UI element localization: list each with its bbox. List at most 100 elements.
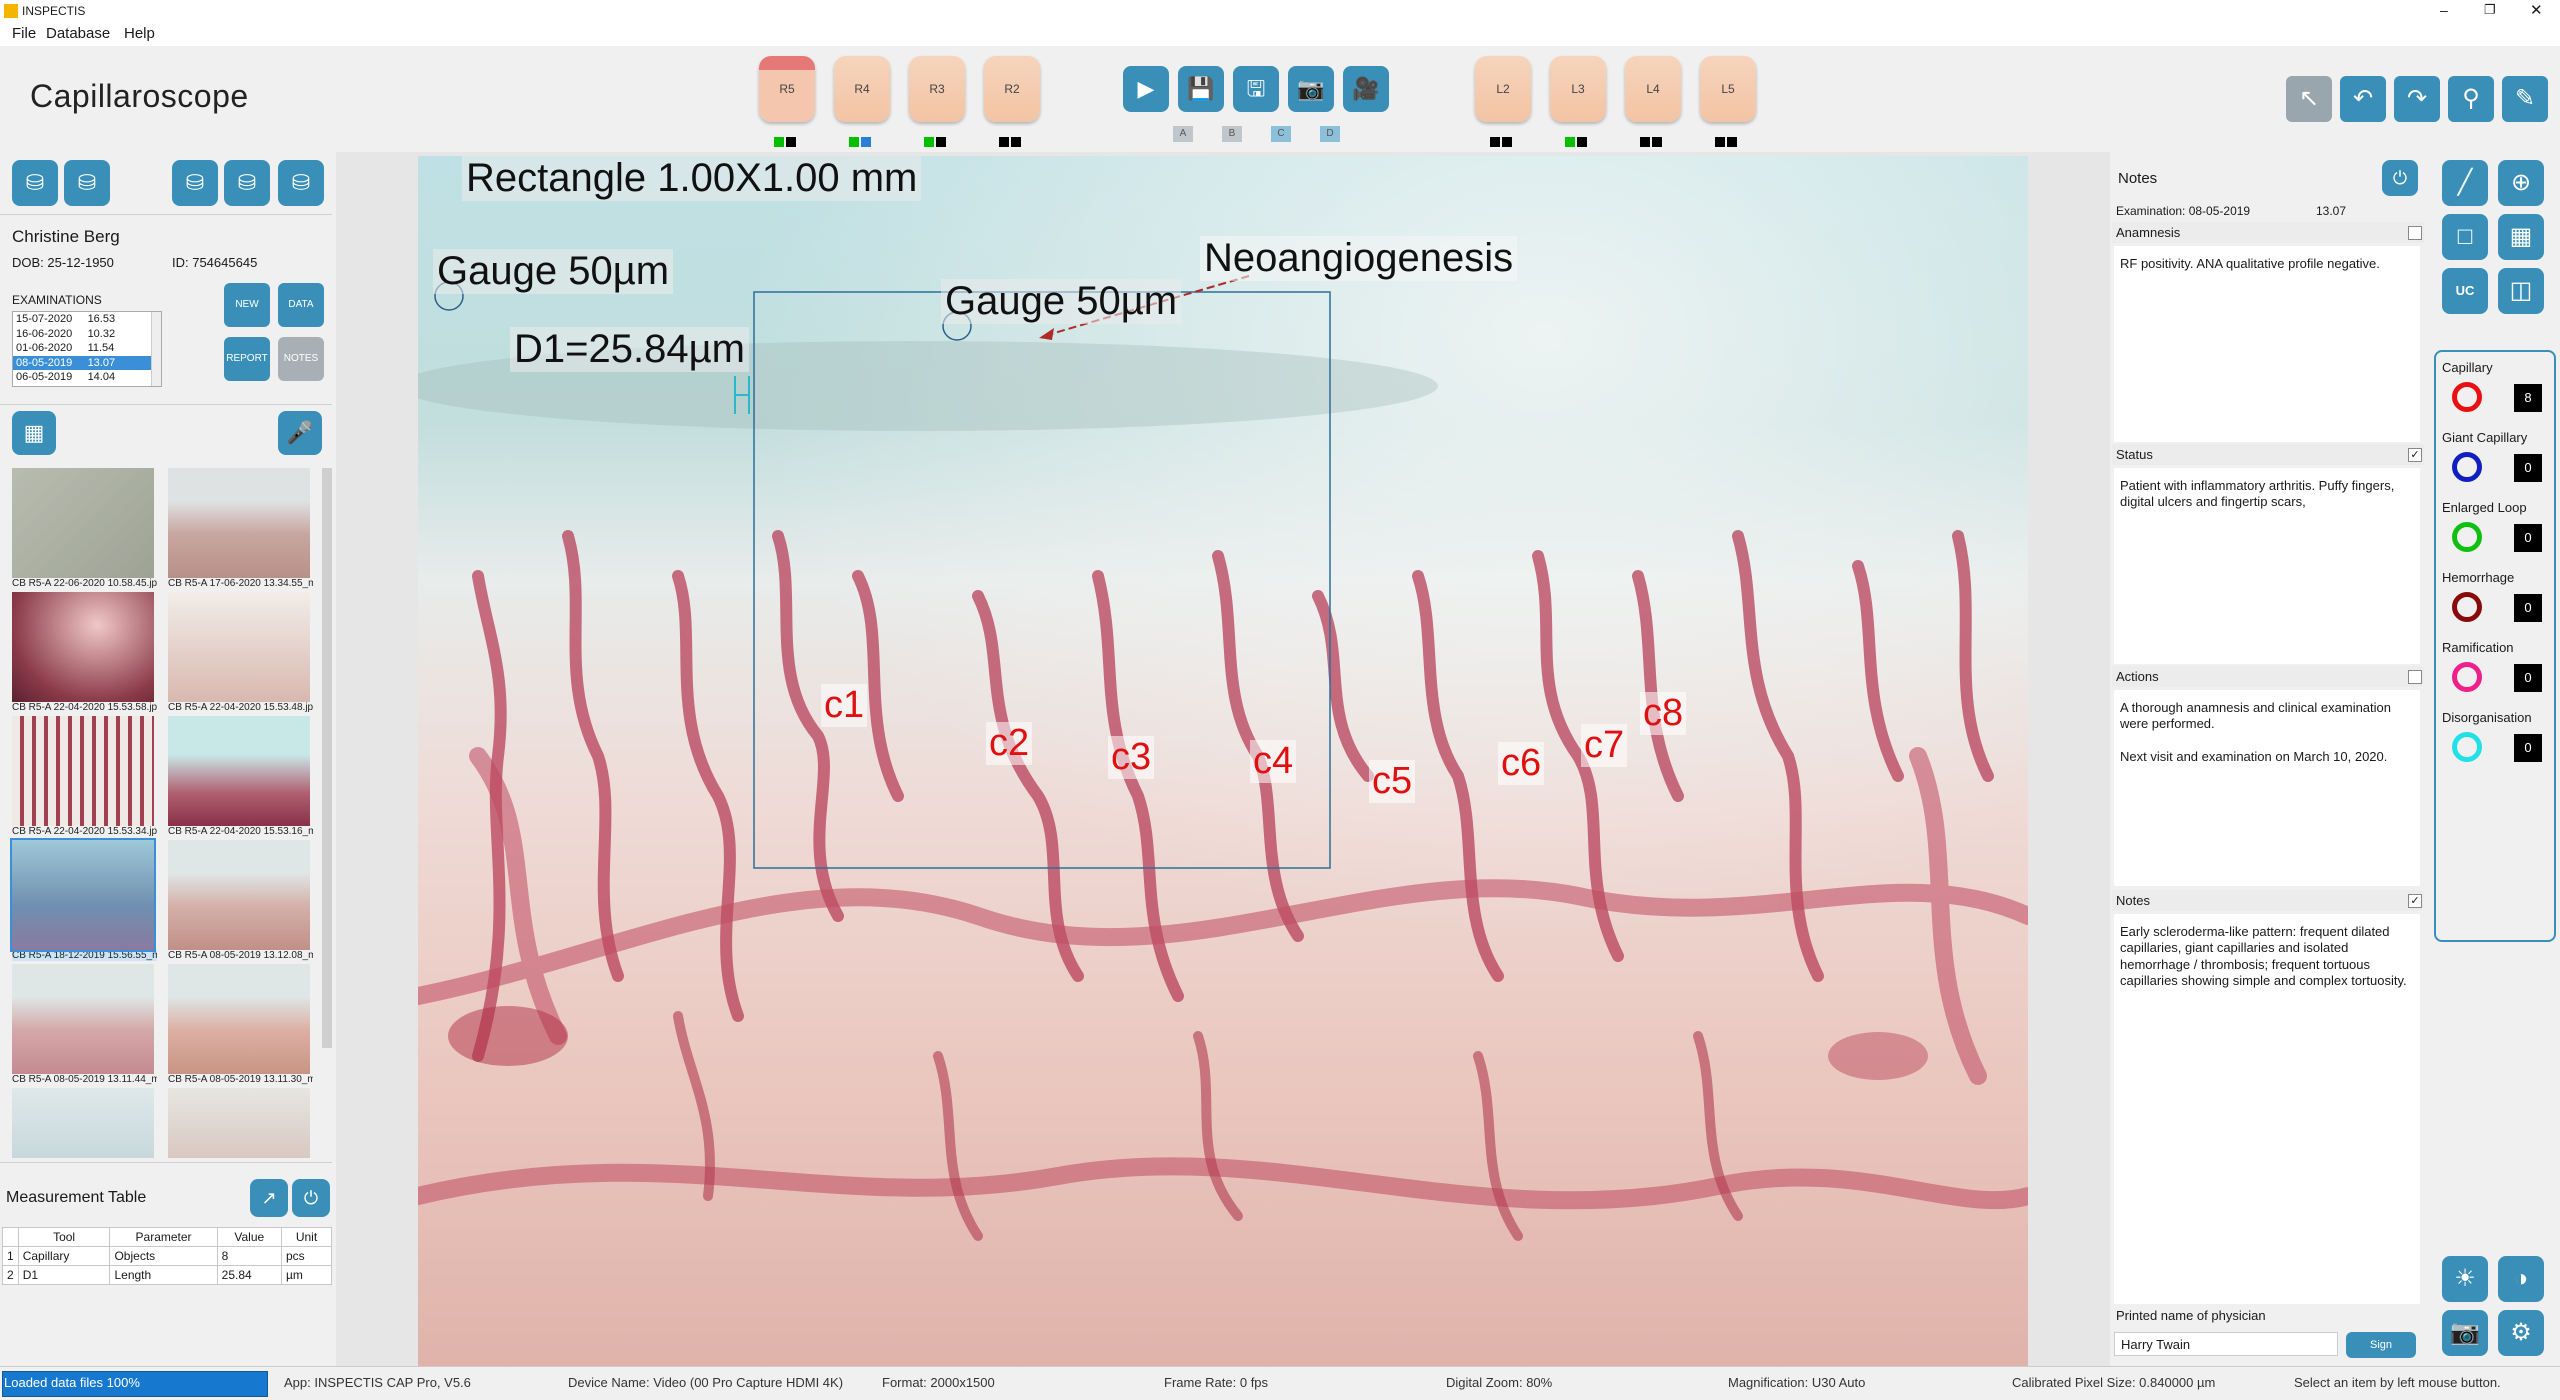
capillary-label[interactable]: c4 <box>1250 740 1297 783</box>
neoangiogenesis-label[interactable]: Neoangiogenesis <box>1200 236 1518 281</box>
thumbnail-item-selected[interactable]: CB R5-A 18-12-2019 15.56.55_me... <box>10 838 157 961</box>
menu-file[interactable]: File <box>12 25 36 42</box>
table-row[interactable]: 2 D1 Length 25.84 µm <box>2 1265 333 1285</box>
thumbnail-item[interactable]: CB R5-A 22-04-2020 15.53.16_me... <box>168 716 313 837</box>
thumbnail-item[interactable]: CB R5-A 08-05-2019 13.11.30_me... <box>168 964 313 1085</box>
select-pointer-button[interactable]: ↖ <box>2286 76 2332 122</box>
power-button[interactable]: ⏻ <box>292 1179 330 1217</box>
grid-tool-button[interactable]: ▦ <box>2498 214 2544 260</box>
menu-database[interactable]: Database <box>46 25 110 42</box>
thumbnail-item[interactable]: CB R5-A 08-05-2019 13.11.44_me... <box>12 964 157 1085</box>
add-patient-button[interactable]: ⛁ <box>12 160 58 206</box>
grid-view-button[interactable]: ▦ <box>12 411 56 455</box>
thumbnail-item[interactable] <box>168 1088 310 1158</box>
sign-button[interactable]: Sign <box>2346 1332 2416 1358</box>
redo-button[interactable]: ↷ <box>2394 76 2440 122</box>
anamnesis-textarea[interactable]: RF positivity. ANA qualitative profile n… <box>2114 246 2420 442</box>
database-button[interactable]: ⛁ <box>64 160 110 206</box>
database-settings-button[interactable]: ⛁ <box>224 160 270 206</box>
measure-tool-button[interactable]: □ <box>2442 214 2488 260</box>
slot-a[interactable]: A <box>1173 126 1193 142</box>
list-item-selected[interactable]: 08-05-2019 13.07 <box>13 355 161 370</box>
capillary-label[interactable]: c3 <box>1108 736 1155 779</box>
anamnesis-checkbox[interactable] <box>2408 226 2422 240</box>
compare-tool-button[interactable]: ◫ <box>2498 268 2544 314</box>
thumbnail-item[interactable] <box>12 1088 154 1158</box>
eraser-button[interactable]: ✎ <box>2502 76 2548 122</box>
video-button[interactable]: 🎥 <box>1343 66 1389 112</box>
actions-textarea[interactable]: A thorough anamnesis and clinical examin… <box>2114 690 2420 886</box>
status-textarea[interactable]: Patient with inflammatory arthritis. Puf… <box>2114 468 2420 664</box>
camera-settings-button[interactable]: 📷 <box>2442 1310 2488 1356</box>
actions-checkbox[interactable] <box>2408 670 2422 684</box>
status-checkbox[interactable]: ✓ <box>2408 448 2422 462</box>
list-scrollbar[interactable] <box>151 312 161 386</box>
slot-c[interactable]: C <box>1271 126 1291 142</box>
list-item[interactable]: 01-06-2020 11.54 <box>13 341 161 356</box>
gauge-label[interactable]: Gauge 50µm <box>941 279 1182 324</box>
thumbnail-item[interactable]: CB R5-A 22-06-2020 10.58.45.jpg <box>12 468 157 589</box>
notes-textarea[interactable]: Early scleroderma-like pattern: frequent… <box>2114 914 2420 1304</box>
play-button[interactable]: ▶ <box>1123 66 1169 112</box>
search-button[interactable]: ⚲ <box>2448 76 2494 122</box>
hand-r3-button[interactable]: R3 <box>909 56 965 122</box>
new-exam-button[interactable]: NEW <box>224 283 270 327</box>
hemorrhage-ring-icon[interactable] <box>2452 592 2482 622</box>
microscope-button[interactable]: ⚙ <box>2498 1310 2544 1356</box>
hand-l4-button[interactable]: L4 <box>1625 56 1681 122</box>
thumbnail-item[interactable]: CB R5-A 22-04-2020 15.53.48.jpg <box>168 592 313 713</box>
slot-d[interactable]: D <box>1320 126 1340 142</box>
physician-name-input[interactable]: Harry Twain <box>2114 1332 2338 1356</box>
data-button[interactable]: DATA <box>278 283 324 327</box>
save-as-button[interactable]: 💾 <box>1178 66 1224 112</box>
hand-l5-button[interactable]: L5 <box>1700 56 1756 122</box>
contrast-button[interactable]: ◑ <box>2498 1256 2544 1302</box>
capillary-ring-icon[interactable] <box>2452 382 2482 412</box>
enlarged-loop-ring-icon[interactable] <box>2452 522 2482 552</box>
hand-r2-button[interactable]: R2 <box>984 56 1040 122</box>
gallery-scrollbar[interactable] <box>322 468 332 1048</box>
crosshair-tool-button[interactable]: ⊕ <box>2498 160 2544 206</box>
hand-r5-button[interactable]: R5 <box>759 56 815 122</box>
slot-b[interactable]: B <box>1222 126 1242 142</box>
menu-help[interactable]: Help <box>124 25 155 42</box>
thumbnail-item[interactable]: CB R5-A 08-05-2019 13.12.08_me... <box>168 840 313 961</box>
minimize-icon[interactable]: – <box>2440 2 2448 18</box>
capillary-label[interactable]: c7 <box>1581 724 1628 767</box>
capillary-label[interactable]: c6 <box>1498 742 1545 785</box>
giant-capillary-ring-icon[interactable] <box>2452 452 2482 482</box>
undo-button[interactable]: ↶ <box>2340 76 2386 122</box>
restore-icon[interactable]: ❐ <box>2484 2 2496 18</box>
list-item[interactable]: 06-05-2019 14.04 <box>13 370 161 385</box>
save-button[interactable]: 🖫 <box>1233 66 1279 112</box>
capillary-label[interactable]: c2 <box>986 722 1033 765</box>
hand-l2-button[interactable]: L2 <box>1475 56 1531 122</box>
uc-tool-button[interactable]: UC <box>2442 268 2488 314</box>
close-icon[interactable]: ✕ <box>2530 1 2543 19</box>
rectangle-label[interactable]: Rectangle 1.00X1.00 mm <box>462 156 922 201</box>
capillary-label[interactable]: c1 <box>821 684 868 727</box>
capillary-label[interactable]: c8 <box>1640 692 1687 735</box>
edit-database-button[interactable]: ⛁ <box>172 160 218 206</box>
camera-button[interactable]: 📷 <box>1288 66 1334 112</box>
hand-l3-button[interactable]: L3 <box>1550 56 1606 122</box>
report-button[interactable]: REPORT <box>224 337 270 381</box>
table-row[interactable]: 1 Capillary Objects 8 pcs <box>2 1246 333 1266</box>
notes-power-button[interactable]: ⏻ <box>2382 160 2418 196</box>
thumbnail-item[interactable]: CB R5-A 17-06-2020 13.34.55_me... <box>168 468 313 589</box>
d1-label[interactable]: D1=25.84µm <box>510 327 749 372</box>
notes-checkbox[interactable]: ✓ <box>2408 894 2422 908</box>
capillary-label[interactable]: c5 <box>1369 760 1416 803</box>
list-item[interactable]: 16-06-2020 10.32 <box>13 327 161 342</box>
hand-r4-button[interactable]: R4 <box>834 56 890 122</box>
export-button[interactable]: ↗ <box>250 1179 288 1217</box>
capillaroscopy-image-viewer[interactable]: Rectangle 1.00X1.00 mm Gauge 50µm Gauge … <box>418 156 2028 1366</box>
thumbnail-item[interactable]: CB R5-A 22-04-2020 15.53.58.jpg <box>12 592 157 713</box>
thumbnail-item[interactable]: CB R5-A 22-04-2020 15.53.34.jpg <box>12 716 157 837</box>
ramification-ring-icon[interactable] <box>2452 662 2482 692</box>
database-sync-button[interactable]: ⛁ <box>278 160 324 206</box>
disorganisation-ring-icon[interactable] <box>2452 732 2482 762</box>
examinations-list[interactable]: 15-07-2020 16.53 16-06-2020 10.32 01-06-… <box>12 311 162 387</box>
microphone-button[interactable]: 🎤 <box>278 411 322 455</box>
gauge-label[interactable]: Gauge 50µm <box>433 249 674 294</box>
